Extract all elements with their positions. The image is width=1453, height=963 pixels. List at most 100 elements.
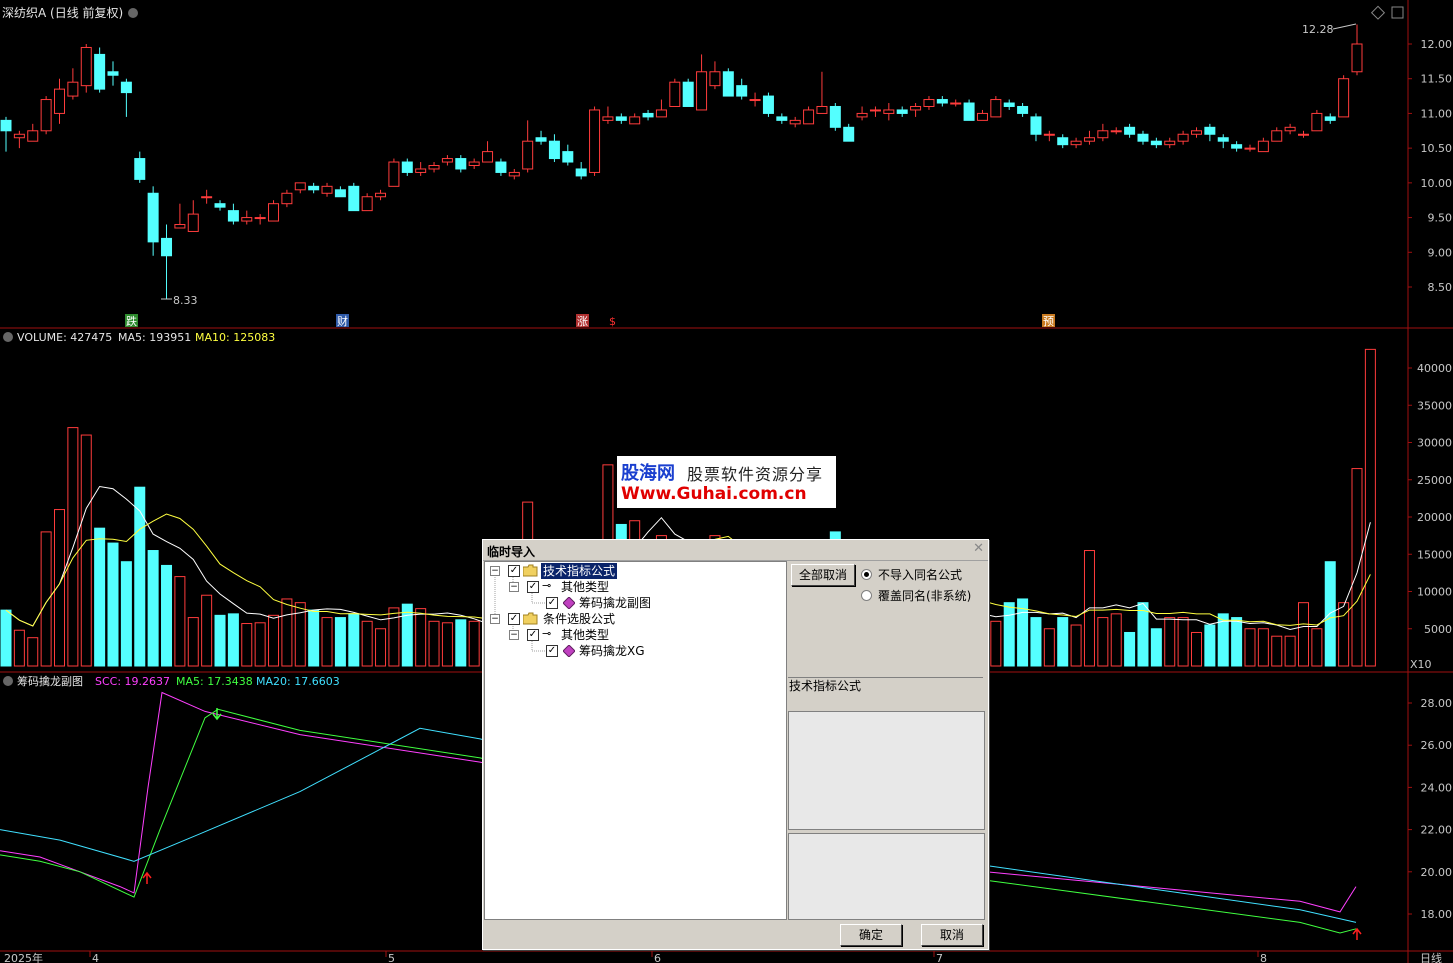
candle-body bbox=[428, 165, 440, 170]
checkbox[interactable]: ✓ bbox=[527, 581, 539, 593]
detail-pane[interactable] bbox=[788, 833, 985, 920]
candle-body bbox=[749, 99, 761, 102]
candle-body bbox=[13, 133, 25, 139]
indicator-ma20: MA20: 17.6603 bbox=[256, 675, 340, 688]
description-pane[interactable] bbox=[788, 711, 985, 830]
date-label: 5 bbox=[388, 952, 395, 963]
candle-body bbox=[1231, 144, 1243, 149]
volume-tick-label: 40000 bbox=[1417, 362, 1452, 375]
candle-body bbox=[575, 168, 587, 177]
candle-body bbox=[1070, 140, 1082, 146]
candle-body bbox=[1351, 43, 1363, 73]
dialog-title: 临时导入 bbox=[487, 545, 536, 559]
volume-bar bbox=[468, 620, 480, 667]
candle-body bbox=[1190, 130, 1202, 135]
price-tick-label: 9.00 bbox=[1428, 246, 1453, 259]
volume-bar bbox=[120, 561, 132, 667]
event-marker-label: 预 bbox=[1043, 315, 1054, 328]
formula-icon bbox=[563, 597, 575, 609]
volume-tick-label: 25000 bbox=[1417, 474, 1452, 487]
watermark-slogan: 股票软件资源分享 bbox=[687, 465, 824, 484]
candle-body bbox=[1257, 140, 1269, 153]
dialog-title-bar[interactable]: 临时导入 ✕ bbox=[483, 540, 988, 561]
candle-body bbox=[147, 192, 159, 243]
collapse-toggle[interactable]: − bbox=[490, 614, 500, 624]
volume-bar bbox=[241, 623, 253, 667]
candle-body bbox=[321, 185, 333, 194]
tree-item-other-type[interactable]: 其他类型 bbox=[561, 627, 609, 643]
candle-body bbox=[361, 196, 373, 212]
candle-body bbox=[535, 137, 547, 142]
volume-bar bbox=[1110, 613, 1122, 667]
candle-body bbox=[120, 81, 132, 94]
candle-body bbox=[1311, 112, 1323, 132]
info-label: 技术指标公式 bbox=[789, 679, 862, 693]
volume-bar bbox=[40, 531, 52, 667]
radio-overwrite[interactable] bbox=[861, 590, 872, 601]
candle-body bbox=[1284, 126, 1296, 132]
indicator-ma5: MA5: 17.3438 bbox=[176, 675, 253, 688]
candle-body bbox=[642, 112, 654, 118]
radio-no-import[interactable] bbox=[861, 569, 872, 580]
volume-bar bbox=[1231, 617, 1243, 667]
checkbox[interactable]: ✓ bbox=[546, 597, 558, 609]
price-tick-label: 11.50 bbox=[1421, 73, 1453, 86]
candle-body bbox=[883, 109, 895, 114]
candle-body bbox=[334, 189, 346, 198]
candle-body bbox=[268, 203, 280, 222]
candle-body bbox=[869, 109, 881, 112]
tree-item-stock-select[interactable]: 条件选股公式 bbox=[543, 611, 615, 627]
volume-tick-label: 35000 bbox=[1417, 399, 1452, 412]
candle-body bbox=[308, 185, 320, 191]
volume-bar bbox=[254, 622, 266, 667]
candle-body bbox=[27, 130, 39, 142]
watermark-url: Www.Guhai.com.cn bbox=[621, 484, 807, 504]
candle-body bbox=[482, 151, 494, 163]
candle-body bbox=[254, 217, 266, 220]
volume-bar bbox=[1030, 617, 1042, 667]
tree-item-formula[interactable]: 筹码擒龙XG bbox=[579, 643, 645, 659]
low-price-label: 8.33 bbox=[173, 294, 198, 307]
volume-bar bbox=[361, 620, 373, 667]
volume-bar bbox=[401, 603, 413, 667]
formula-tree[interactable]: − ✓ 技术指标公式 − ✓ ⊸ 其他类型 ✓ 筹码擒龙副图 − ✓ 条件选股公… bbox=[484, 561, 787, 920]
key-icon: ⊸ bbox=[542, 627, 552, 640]
tree-item-formula[interactable]: 筹码擒龙副图 bbox=[579, 595, 651, 611]
collapse-toggle[interactable]: − bbox=[490, 566, 500, 576]
indicator-tick-label: 28.00 bbox=[1421, 697, 1453, 710]
volume-bar bbox=[227, 613, 239, 667]
volume-bar bbox=[94, 527, 106, 667]
candle-body bbox=[776, 116, 788, 121]
candle-body bbox=[294, 182, 306, 191]
volume-tick-label: 20000 bbox=[1417, 511, 1452, 524]
volume-bar bbox=[1164, 617, 1176, 667]
candle-body bbox=[1097, 130, 1109, 139]
candle-body bbox=[375, 192, 387, 198]
candle-body bbox=[950, 102, 962, 105]
candle-body bbox=[682, 81, 694, 107]
candle-body bbox=[829, 105, 841, 128]
cancel-button[interactable]: 取消 bbox=[921, 924, 983, 946]
candle-body bbox=[107, 71, 119, 76]
checkbox[interactable]: ✓ bbox=[546, 645, 558, 657]
volume-bar bbox=[27, 637, 39, 667]
tree-item-other-type[interactable]: 其他类型 bbox=[561, 579, 609, 595]
checkbox[interactable]: ✓ bbox=[508, 613, 520, 625]
volume-bar bbox=[334, 617, 346, 667]
checkbox[interactable]: ✓ bbox=[508, 565, 520, 577]
candle-body bbox=[1017, 105, 1029, 114]
candle-body bbox=[174, 224, 186, 229]
candle-body bbox=[134, 158, 146, 180]
checkbox[interactable]: ✓ bbox=[527, 629, 539, 641]
ok-button[interactable]: 确定 bbox=[840, 924, 902, 946]
candle-body bbox=[963, 102, 975, 121]
tree-item-tech-indicator[interactable]: 技术指标公式 bbox=[541, 563, 618, 579]
candle-body bbox=[856, 112, 868, 118]
collapse-toggle[interactable]: − bbox=[509, 630, 519, 640]
volume-bar bbox=[80, 434, 92, 667]
collapse-toggle[interactable]: − bbox=[509, 582, 519, 592]
candle-body bbox=[1110, 130, 1122, 133]
close-icon[interactable]: ✕ bbox=[973, 541, 984, 556]
price-tick-label: 12.00 bbox=[1421, 38, 1453, 51]
cancel-all-button[interactable]: 全部取消 bbox=[791, 564, 855, 586]
